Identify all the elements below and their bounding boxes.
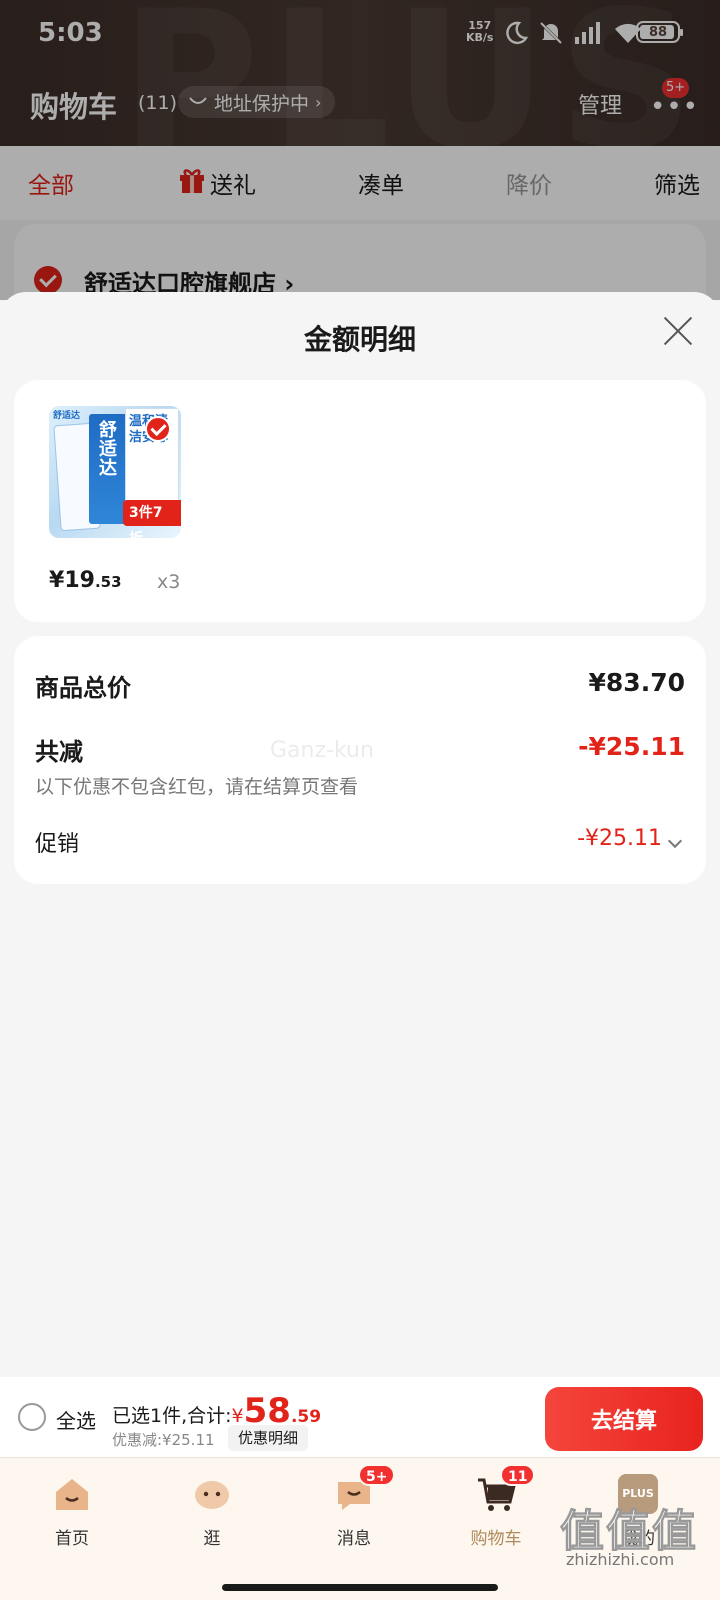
sheet-title: 金额明细	[303, 323, 416, 356]
product-image[interactable]: 舒适达 温和清洁安心 3件7折 舒适达	[49, 406, 181, 538]
select-all-label[interactable]: 全选	[56, 1405, 96, 1434]
discount-summary: 优惠减:¥25.11	[112, 1431, 215, 1449]
messages-badge: 5+	[358, 1464, 396, 1486]
product-price: ¥19.53	[49, 568, 122, 593]
modal-dim-overlay[interactable]	[0, 0, 720, 300]
watermark: Ganz-kun	[270, 738, 374, 763]
discount-value: -¥25.11	[578, 732, 685, 761]
promotion-value[interactable]: -¥25.11	[577, 826, 662, 851]
checkout-button[interactable]: 去结算	[545, 1387, 703, 1451]
tab-cart-label: 购物车	[470, 1529, 522, 1549]
close-icon[interactable]	[662, 314, 694, 346]
tab-browse[interactable]: 逛	[140, 1458, 284, 1568]
check-icon	[145, 416, 171, 442]
total-price-value: ¥83.70	[588, 668, 685, 697]
home-icon	[56, 1479, 88, 1510]
battery-level: 88	[648, 24, 668, 40]
tab-home-label: 首页	[55, 1529, 89, 1549]
tab-cart[interactable]: 购物车 11	[424, 1458, 568, 1568]
total-price-label: 商品总价	[35, 674, 131, 702]
product-card: 舒适达 温和清洁安心 3件7折 舒适达 ¥19.53 x3	[14, 380, 706, 622]
promo-tag: 3件7折	[123, 500, 181, 538]
discount-note: 以下优惠不包含红包，请在结算页查看	[35, 776, 359, 798]
site-watermark-url: zhizhizhi.com	[566, 1550, 675, 1569]
product-image-brand-small: 舒适达	[53, 411, 81, 421]
tab-home[interactable]: 首页	[0, 1458, 144, 1568]
home-indicator[interactable]	[222, 1584, 498, 1591]
face-icon	[195, 1481, 229, 1509]
discount-detail-button[interactable]: 优惠明细	[228, 1425, 309, 1451]
promotion-label: 促销	[35, 832, 80, 857]
amount-detail-sheet: 金额明细 舒适达 温和清洁安心 3件7折 舒适达 ¥19.53 x3 商品总价 …	[0, 292, 720, 1377]
product-quantity: x3	[157, 571, 181, 593]
chevron-down-icon[interactable]	[667, 833, 683, 849]
tab-messages[interactable]: 消息 5+	[282, 1458, 426, 1568]
checkout-bar: 全选 已选1件,合计:¥58.59 优惠减:¥25.11 优惠明细 去结算	[0, 1377, 720, 1457]
tab-browse-label: 逛	[203, 1529, 221, 1549]
tab-messages-label: 消息	[337, 1529, 371, 1549]
select-all-radio[interactable]	[18, 1403, 46, 1431]
product-image-brand: 舒适达	[96, 420, 117, 477]
discount-label: 共减	[35, 738, 83, 766]
cart-badge: 11	[500, 1464, 536, 1486]
